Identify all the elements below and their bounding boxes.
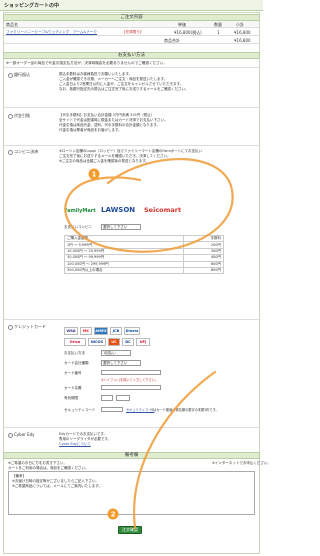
expiry-label: 有効期限 [64, 396, 78, 400]
method-convenience: コンビニ決済 ※ローソン店舗のLoppi（ロッピー）及びファミリーマート店舗のF… [4, 145, 259, 319]
cod-text-4: 代金引換は業者が商品をお届けします。 [59, 128, 122, 132]
number-label: カード番号 [64, 371, 82, 375]
card-number-input[interactable] [101, 370, 161, 375]
count-select[interactable]: 1回払い [101, 350, 131, 356]
orico-card-icon: Orico [64, 338, 86, 346]
memo-section-title: 備考欄 [3, 452, 260, 459]
method-credit: クレジットカード VISA MC AMEX JCB Diners Orico N… [4, 319, 259, 427]
order-confirm-button[interactable]: 注文確認 [118, 526, 142, 534]
total-label: 商品合計 [164, 38, 180, 43]
item-note: 【在庫限り】 [122, 30, 144, 34]
conv-select[interactable]: 選択して下さい [101, 224, 141, 230]
expiry-year-select[interactable] [116, 395, 130, 401]
credit-radio[interactable] [8, 325, 13, 330]
edy-label: Cyber Edy [14, 432, 35, 437]
fee-row: 300,000円以上の場合 800円 [63, 266, 224, 275]
cvv-input[interactable] [101, 407, 123, 412]
method-cod: 代金引換 【代引手数料】お支払い合計金額 3万円未満 315円（税込） 全サイト… [4, 107, 259, 145]
card-name-input[interactable] [101, 385, 161, 390]
lawson-logo: LAWSON [101, 206, 136, 214]
payment-section-title: お支払い方法 [3, 52, 260, 59]
conv-text-3: ※ご注文の商品は全額ご入金を確認後の発送となります。 [59, 159, 149, 163]
name-label: カード名義 [64, 386, 82, 390]
cardtype-select[interactable]: 選択して下さい [101, 360, 141, 366]
conv-label: コンビニ決済 [14, 149, 38, 154]
cvv-label: セキュリティコード [64, 408, 96, 412]
bank-radio[interactable] [8, 73, 13, 78]
dc-card-icon: DC [122, 338, 134, 346]
conv-radio[interactable] [8, 150, 13, 155]
cardtype-label: カード会社種類 [64, 361, 89, 365]
familymart-logo: FamilyMart [64, 208, 96, 214]
amex-card-icon: AMEX [94, 327, 108, 335]
ufj-card-icon: UFJ [136, 338, 150, 346]
cart-item-row: ファミリーハニービーフ&ウェディング アーム&ナーク 【在庫限り】 ¥16,80… [4, 28, 259, 36]
cart-section-title: ご注文内容 [3, 14, 260, 21]
diners-card-icon: Diners [124, 327, 140, 335]
seicomart-logo: Seicomart [144, 206, 182, 214]
cart-header-row: 商品名 単価 数量 小計 [4, 21, 259, 28]
cod-radio[interactable] [8, 114, 13, 119]
payment-note: ※一部オーダー品の商品で代金引換支払方法が、決済時機会を必要ありませんのでご確認… [6, 61, 167, 65]
item-name-link[interactable]: ファミリーハニービーフ&ウェディング アーム&ナーク [6, 30, 97, 35]
memo-textarea[interactable]: 【備考】 ※お届け日時の指定等がございましたらご記入下さい。 ※ご希望商品につい… [8, 471, 255, 515]
total-value: ¥16,800 [234, 38, 251, 43]
credit-label: クレジットカード [14, 324, 46, 329]
item-qty: 1 [217, 30, 220, 35]
memo-line-3: ※ご希望商品については、メールにてご案内いたします。 [12, 484, 102, 488]
bank-text-4: なお、各銀行指定先の振込はご注文完了後にお送りするメールをご確認ください。 [59, 87, 189, 91]
visa-card-icon: VISA [64, 327, 78, 335]
edy-link[interactable]: Cyber Edyについて [59, 442, 91, 447]
edy-radio[interactable] [8, 433, 13, 438]
method-edy: Cyber Edy Edyカードでのお支払いです。 専用のリーダライタが必要です… [4, 427, 259, 449]
cod-label: 代金引換 [14, 113, 30, 118]
item-subtotal: ¥16,800 [234, 30, 251, 35]
number-hint: ※ハイフン(-)を除いて入力して下さい。 [101, 378, 159, 382]
uc-card-icon: UC [108, 338, 120, 346]
page-title: ショッピングカートの中 [4, 3, 60, 9]
memo-caution: ※インターネットでお申込ください。 [212, 461, 271, 465]
count-label: お支払い方法 [64, 351, 85, 355]
fee-table: ご購入金額帯 手数料 1円 〜 9,999円 200円 10,000円 〜 29,9… [63, 234, 224, 275]
cart-total-row: 商品合計 ¥16,800 [4, 36, 259, 44]
page-header: ショッピングカートの中 [0, 0, 263, 11]
cvv-text: とはカード裏面の署名欄の数字の末尾3桁です。 [150, 408, 219, 412]
mastercard-icon: MC [80, 327, 92, 335]
nicos-card-icon: NICOS [88, 338, 106, 346]
jcb-card-icon: JCB [110, 327, 122, 335]
method-bank: 銀行振込 振込手数料はお客様負担でお願いいたします。 ご入金が確認でき次第、メー… [4, 67, 259, 107]
bank-label: 銀行振込 [14, 72, 30, 77]
conv-select-label: お支払いコンビニ [64, 225, 92, 229]
expiry-month-select[interactable] [101, 395, 113, 401]
